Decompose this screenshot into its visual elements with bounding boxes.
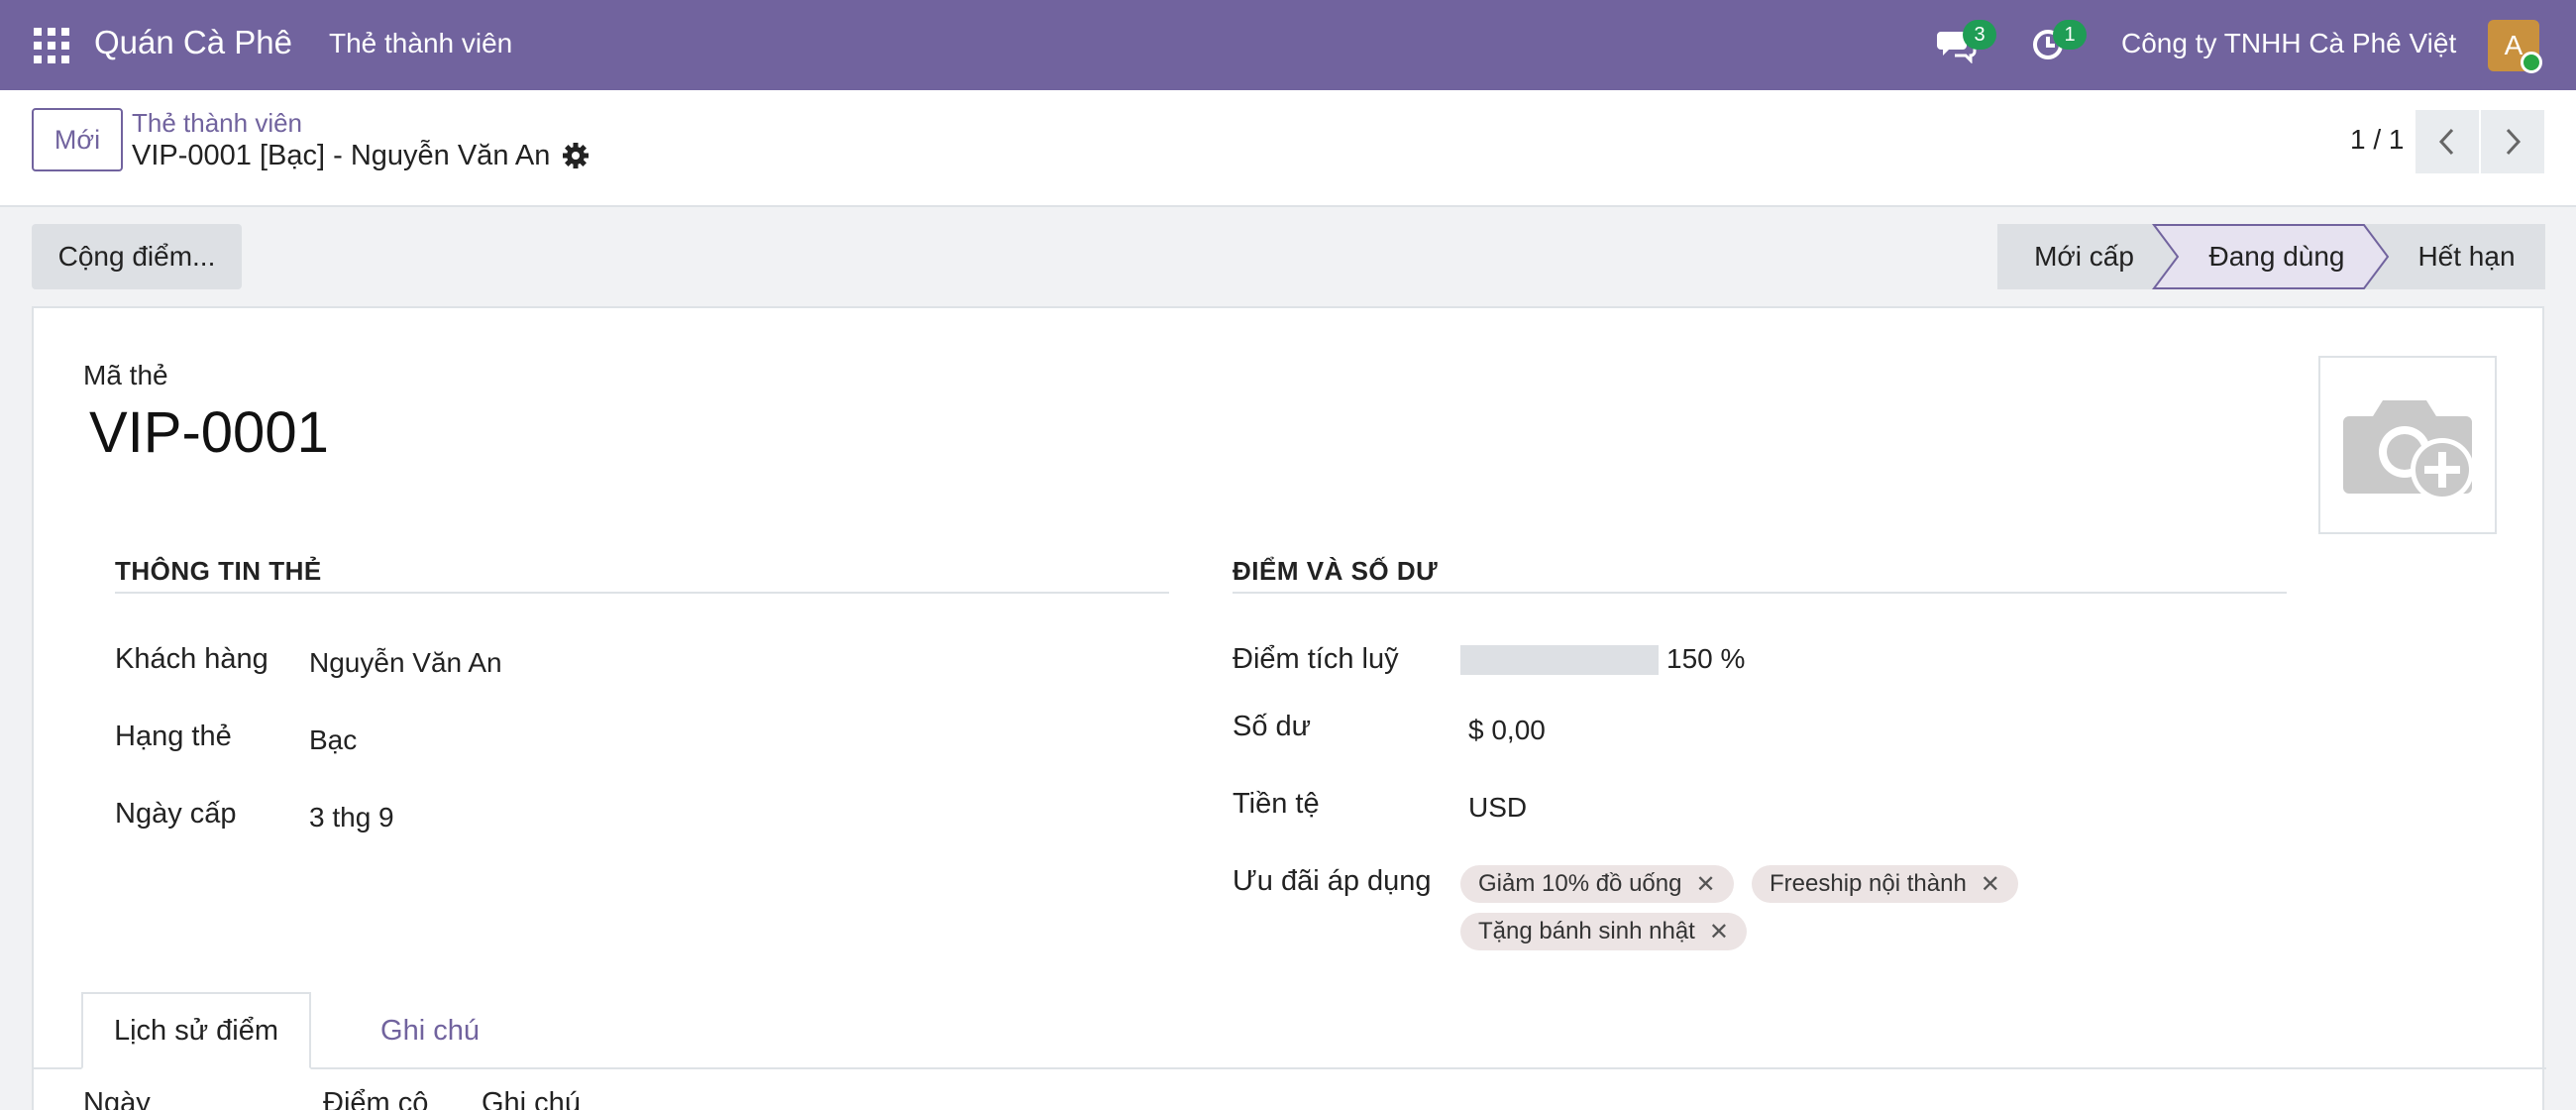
app-brand[interactable]: Quán Cà Phê bbox=[94, 24, 292, 61]
issue-date-label: Ngày cấp bbox=[115, 798, 237, 830]
points-divider bbox=[1233, 592, 2287, 594]
column-header-points[interactable]: Điểm cộ bbox=[323, 1087, 428, 1110]
stage-active[interactable]: Đang dùng bbox=[2178, 224, 2376, 289]
offer-tag[interactable]: Freeship nội thành ✕ bbox=[1752, 865, 2018, 903]
activities-count-badge: 1 bbox=[2053, 20, 2087, 50]
pager-next-button[interactable] bbox=[2481, 110, 2544, 173]
camera-add-icon bbox=[2343, 400, 2474, 501]
card-info-section-title: THÔNG TIN THẺ bbox=[115, 556, 322, 586]
chevron-left-icon bbox=[2438, 128, 2454, 156]
offer-tag-label: Giảm 10% đồ uống bbox=[1478, 870, 1682, 897]
card-image-upload[interactable] bbox=[2318, 356, 2497, 534]
column-header-date[interactable]: Ngày bbox=[83, 1087, 151, 1110]
online-status-dot bbox=[2521, 52, 2542, 73]
tab-notes[interactable]: Ghi chú bbox=[331, 992, 529, 1069]
points-label: Điểm tích luỹ bbox=[1233, 643, 1399, 675]
chevron-right-icon bbox=[2506, 128, 2522, 156]
stage-new[interactable]: Mới cấp bbox=[1997, 224, 2171, 289]
tab-points-history[interactable]: Lịch sử điểm bbox=[81, 992, 311, 1069]
company-switcher[interactable]: Công ty TNHH Cà Phê Việt bbox=[2121, 28, 2456, 59]
currency-field[interactable]: USD bbox=[1468, 792, 1527, 824]
nav-menu-membership-cards[interactable]: Thẻ thành viên bbox=[329, 28, 512, 59]
status-bar: Mới cấp Đang dùng Hết hạn bbox=[1997, 224, 2545, 289]
offer-tag-label: Freeship nội thành bbox=[1770, 870, 1967, 897]
pager-counter[interactable]: 1 / 1 bbox=[2350, 124, 2404, 156]
offers-label: Ưu đãi áp dụng bbox=[1233, 865, 1432, 897]
card-code-label: Mã thẻ bbox=[83, 360, 168, 390]
offer-tag[interactable]: Giảm 10% đồ uống ✕ bbox=[1460, 865, 1734, 903]
top-navbar: Quán Cà Phê Thẻ thành viên 3 1 Công ty T… bbox=[0, 0, 2576, 90]
issue-date-field[interactable]: 3 thg 9 bbox=[309, 802, 394, 833]
column-header-notes[interactable]: Ghi chú bbox=[482, 1087, 581, 1110]
apps-menu-icon[interactable] bbox=[34, 28, 69, 63]
tier-label: Hạng thẻ bbox=[115, 721, 232, 752]
messages-button[interactable]: 3 bbox=[1937, 20, 1996, 69]
points-progress-fill bbox=[1460, 645, 1659, 675]
balance-field: $ 0,00 bbox=[1468, 715, 1546, 745]
points-progress-text: 150 % bbox=[1666, 643, 1746, 674]
stage-expired[interactable]: Hết hạn bbox=[2388, 224, 2545, 289]
balance-label: Số dư bbox=[1233, 711, 1312, 742]
control-panel: Mới Thẻ thành viên VIP-0001 [Bạc] - Nguy… bbox=[0, 90, 2576, 207]
offer-tag[interactable]: Tặng bánh sinh nhật ✕ bbox=[1460, 913, 1747, 950]
remove-tag-icon[interactable]: ✕ bbox=[1709, 918, 1729, 946]
currency-label: Tiền tệ bbox=[1233, 788, 1320, 820]
new-record-button[interactable]: Mới bbox=[32, 108, 123, 171]
messages-count-badge: 3 bbox=[1963, 20, 1996, 50]
card-info-divider bbox=[115, 592, 1169, 594]
breadcrumb-parent-link[interactable]: Thẻ thành viên bbox=[132, 108, 302, 139]
activities-button[interactable]: 1 bbox=[2031, 20, 2091, 69]
gear-icon[interactable] bbox=[562, 142, 590, 174]
customer-field[interactable]: Nguyễn Văn An bbox=[309, 647, 502, 679]
card-code-field[interactable]: VIP-0001 bbox=[89, 399, 329, 466]
offer-tag-label: Tặng bánh sinh nhật bbox=[1478, 918, 1695, 944]
customer-label: Khách hàng bbox=[115, 643, 268, 675]
form-sheet: Mã thẻ VIP-0001 THÔNG TIN THẺ Khách hàng… bbox=[32, 306, 2546, 1110]
points-progress-bar bbox=[1460, 645, 1659, 675]
add-points-button[interactable]: Cộng điểm... bbox=[32, 224, 242, 289]
pager-previous-button[interactable] bbox=[2415, 110, 2479, 173]
tier-field[interactable]: Bạc bbox=[309, 724, 357, 756]
remove-tag-icon[interactable]: ✕ bbox=[1981, 870, 2000, 899]
breadcrumb-current-record: VIP-0001 [Bạc] - Nguyễn Văn An bbox=[132, 140, 551, 171]
remove-tag-icon[interactable]: ✕ bbox=[1695, 870, 1715, 899]
tabs-divider bbox=[34, 1067, 2546, 1069]
points-section-title: ĐIỂM VÀ SỐ DƯ bbox=[1233, 556, 1439, 586]
